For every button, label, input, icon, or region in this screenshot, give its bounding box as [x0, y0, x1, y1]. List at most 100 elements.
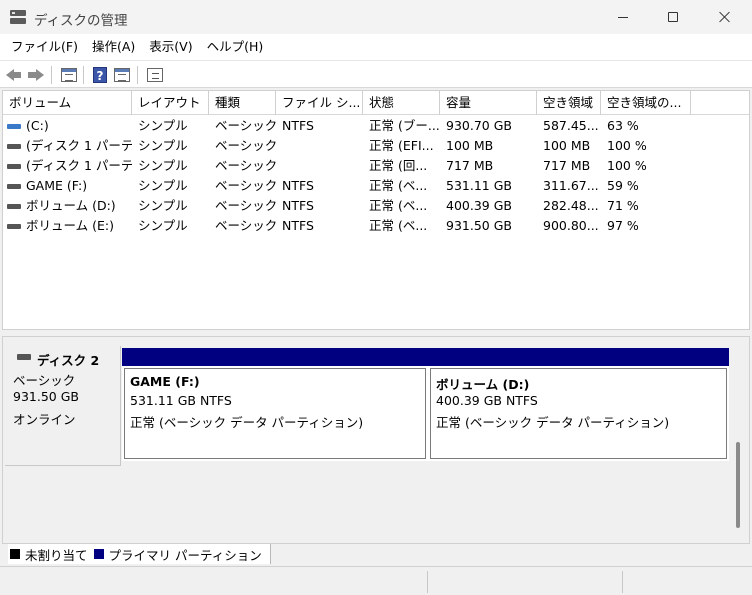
- show-hide-console-tree-button[interactable]: [60, 66, 78, 84]
- partition-body: GAME (F:) 531.11 GB NTFS 正常 (ベーシック データ パ…: [124, 368, 426, 459]
- column-header-capacity[interactable]: 容量: [440, 91, 537, 115]
- status-bar-separator: [622, 571, 623, 593]
- disk-size: 931.50 GB: [13, 389, 79, 404]
- legend-label-unallocated: 未割り当て: [25, 547, 88, 563]
- volume-capacity: 717 MB: [446, 158, 494, 173]
- volume-filesystem: NTFS: [282, 198, 314, 213]
- column-header-status[interactable]: 状態: [363, 91, 440, 115]
- volume-capacity: 531.11 GB: [446, 178, 512, 193]
- show-action-pane-button[interactable]: [146, 66, 164, 84]
- disk-info-box[interactable]: ディスク 2 ベーシック 931.50 GB オンライン: [5, 346, 121, 466]
- menu-action[interactable]: 操作(A): [85, 34, 142, 60]
- volume-capacity: 931.50 GB: [446, 218, 512, 233]
- close-icon: [719, 11, 731, 23]
- volume-percent-free: 100 %: [607, 158, 647, 173]
- maximize-button[interactable]: [648, 0, 698, 34]
- table-row[interactable]: (C:) シンプル ベーシック NTFS 正常 (ブー... 930.70 GB…: [3, 116, 749, 136]
- properties-button[interactable]: [113, 66, 131, 84]
- volume-filesystem: [276, 136, 363, 156]
- volume-name: GAME (F:): [26, 178, 88, 193]
- volume-capacity: 100 MB: [446, 138, 494, 153]
- volume-icon: [7, 183, 21, 189]
- minimize-button[interactable]: [598, 0, 648, 34]
- maximize-icon: [668, 12, 678, 22]
- column-header-filesystem[interactable]: ファイル シ...: [276, 91, 363, 115]
- partition-size: 531.11 GB NTFS: [130, 393, 232, 408]
- legend-swatch-unallocated: [10, 549, 20, 559]
- disk-type: ベーシック: [13, 373, 76, 388]
- volume-name: ボリューム (D:): [26, 198, 116, 213]
- status-bar: [0, 566, 752, 595]
- volume-free: 900.80...: [543, 218, 599, 233]
- volume-icon: [7, 163, 21, 169]
- window-title: ディスクの管理: [34, 13, 128, 29]
- volume-type: ベーシック: [215, 118, 276, 133]
- volume-layout: シンプル: [138, 138, 188, 153]
- column-header-layout[interactable]: レイアウト: [132, 91, 209, 115]
- properties-icon: [114, 68, 130, 82]
- disk-graphical-view: ディスク 2 ベーシック 931.50 GB オンライン GAME (F:) 5…: [2, 336, 750, 544]
- toolbar-separator: [137, 66, 138, 84]
- help-button[interactable]: ?: [91, 66, 109, 84]
- title-bar: ディスクの管理: [0, 0, 752, 34]
- column-header-type[interactable]: 種類: [209, 91, 276, 115]
- partition-status: 正常 (ベーシック データ パーティション): [130, 415, 364, 430]
- column-header-free-space[interactable]: 空き領域: [537, 91, 601, 115]
- menu-view[interactable]: 表示(V): [142, 34, 199, 60]
- table-row[interactable]: (ディスク 1 パーテ... シンプル ベーシック 正常 (EFI... 100…: [3, 136, 749, 156]
- partition-game-f[interactable]: GAME (F:) 531.11 GB NTFS 正常 (ベーシック データ パ…: [122, 348, 428, 461]
- volume-percent-free: 100 %: [607, 138, 647, 153]
- volume-percent-free: 63 %: [607, 118, 639, 133]
- toolbar-separator: [51, 66, 52, 84]
- volume-type: ベーシック: [215, 198, 276, 213]
- volume-capacity: 930.70 GB: [446, 118, 512, 133]
- volume-type: ベーシック: [215, 178, 276, 193]
- forward-button[interactable]: [27, 66, 45, 84]
- column-header-percent-free[interactable]: 空き領域の...: [601, 91, 691, 115]
- toolbar-separator: [83, 66, 84, 84]
- volume-type: ベーシック: [215, 218, 276, 233]
- partition-type-bar: [428, 348, 729, 366]
- help-icon: ?: [93, 67, 107, 83]
- volume-capacity: 400.39 GB: [446, 198, 512, 213]
- partition-volume-d[interactable]: ボリューム (D:) 400.39 GB NTFS 正常 (ベーシック データ …: [428, 348, 729, 461]
- volume-layout: シンプル: [138, 158, 188, 173]
- volume-list: ボリューム レイアウト 種類 ファイル シ... 状態 容量 空き領域 空き領域…: [2, 90, 750, 330]
- status-bar-separator: [427, 571, 428, 593]
- legend-label-primary: プライマリ パーティション: [108, 547, 262, 563]
- partition-name: ボリューム (D:): [436, 377, 530, 392]
- menu-file[interactable]: ファイル(F): [4, 34, 85, 60]
- table-row[interactable]: GAME (F:) シンプル ベーシック NTFS 正常 (ベ... 531.1…: [3, 176, 749, 196]
- volume-filesystem: [276, 156, 363, 176]
- volume-layout: シンプル: [138, 218, 188, 233]
- partition-name: GAME (F:): [130, 374, 200, 389]
- volume-status: 正常 (ベ...: [369, 198, 428, 213]
- close-button[interactable]: [700, 0, 750, 34]
- vertical-scrollbar[interactable]: [736, 442, 740, 528]
- volume-free: 311.67...: [543, 178, 599, 193]
- volume-icon: [7, 203, 21, 209]
- table-row[interactable]: ボリューム (D:) シンプル ベーシック NTFS 正常 (ベ... 400.…: [3, 196, 749, 216]
- volume-type: ベーシック: [215, 158, 276, 173]
- disk-status: オンライン: [13, 412, 76, 427]
- toolbar: ?: [0, 60, 752, 88]
- forward-arrow-icon: [36, 69, 44, 81]
- volume-filesystem: NTFS: [282, 218, 314, 233]
- volume-free: 587.45...: [543, 118, 599, 133]
- legend-bar: 未割り当て プライマリ パーティション: [2, 544, 750, 564]
- column-header-volume[interactable]: ボリューム: [3, 91, 132, 115]
- volume-name: (ディスク 1 パーテ...: [26, 158, 132, 173]
- volume-filesystem: NTFS: [282, 118, 314, 133]
- table-row[interactable]: (ディスク 1 パーテ... シンプル ベーシック 正常 (回... 717 M…: [3, 156, 749, 176]
- volume-status: 正常 (EFI...: [369, 138, 434, 153]
- minimize-icon: [618, 16, 628, 18]
- table-row[interactable]: ボリューム (E:) シンプル ベーシック NTFS 正常 (ベ... 931.…: [3, 216, 749, 236]
- volume-free: 282.48...: [543, 198, 599, 213]
- volume-name: (ディスク 1 パーテ...: [26, 138, 132, 153]
- volume-layout: シンプル: [138, 178, 188, 193]
- console-tree-icon: [61, 68, 77, 82]
- volume-name: (C:): [26, 118, 49, 133]
- menu-help[interactable]: ヘルプ(H): [200, 34, 271, 60]
- back-button[interactable]: [5, 66, 23, 84]
- partition-status: 正常 (ベーシック データ パーティション): [436, 415, 670, 430]
